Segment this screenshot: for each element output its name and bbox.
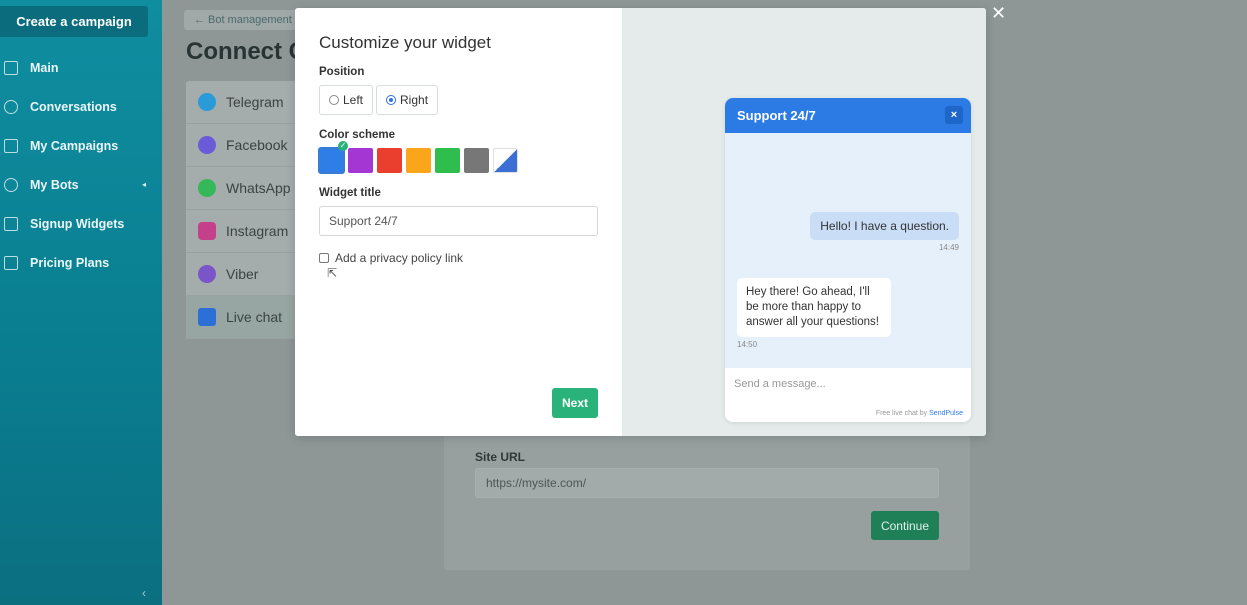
widget-title: Support 24/7 [737, 108, 816, 123]
channel-whatsapp[interactable]: WhatsApp [186, 167, 306, 210]
site-url-input[interactable]: https://mysite.com/ [475, 468, 939, 498]
channel-list: Telegram Facebook WhatsApp Instagram Vib… [186, 81, 306, 339]
outgoing-message: Hello! I have a question. [810, 212, 959, 240]
sidebar-item-label: Main [30, 60, 59, 75]
collapse-sidebar-icon[interactable]: ‹ [142, 586, 146, 600]
position-left-option[interactable]: Left [319, 85, 374, 115]
live-chat-icon [198, 308, 216, 326]
message-input[interactable]: Send a message... Free live chat by Send… [725, 368, 971, 422]
sidebar-item-pricing-plans[interactable]: Pricing Plans [0, 243, 162, 282]
next-button[interactable]: Next [552, 388, 598, 418]
telegram-icon [198, 93, 216, 111]
message-timestamp: 14:50 [737, 340, 758, 349]
position-right-label: Right [400, 93, 429, 107]
customize-widget-modal: Customize your widget Position Left Righ… [295, 8, 986, 436]
checkbox-icon[interactable] [319, 253, 329, 263]
chat-icon [4, 99, 18, 114]
sidebar-item-label: Pricing Plans [30, 255, 110, 270]
widget-header: Support 24/7 × [725, 98, 971, 133]
color-swatch-gray[interactable] [464, 148, 489, 173]
messenger-icon [198, 136, 216, 154]
channel-label: WhatsApp [226, 180, 291, 196]
color-swatches [318, 141, 518, 174]
sidebar-item-signup-widgets[interactable]: Signup Widgets [0, 204, 162, 243]
sidebar-item-label: Signup Widgets [30, 216, 125, 231]
create-campaign-button[interactable]: Create a campaign [0, 6, 148, 37]
mouse-cursor-icon: ⇱ [327, 266, 338, 280]
viber-icon [198, 265, 216, 283]
position-left-label: Left [343, 93, 364, 107]
channel-label: Live chat [226, 309, 283, 325]
message-timestamp: 14:49 [938, 243, 959, 252]
channel-label: Instagram [226, 223, 289, 239]
color-swatch-purple[interactable] [348, 148, 373, 173]
channel-label: Telegram [226, 94, 284, 110]
footer-brand-link[interactable]: SendPulse [929, 410, 963, 417]
close-icon[interactable]: ✕ [991, 3, 1006, 24]
widget-footer: Free live chat by SendPulse [876, 410, 963, 417]
page-title: Connect C [186, 38, 306, 65]
position-label: Position [319, 66, 365, 78]
sidebar-item-conversations[interactable]: Conversations [0, 87, 162, 126]
color-swatch-green[interactable] [435, 148, 460, 173]
sidebar-item-my-bots[interactable]: My Bots ◂ [0, 165, 162, 204]
channel-facebook[interactable]: Facebook [186, 124, 306, 167]
pricing-icon [4, 255, 18, 270]
modal-title: Customize your widget [319, 33, 491, 52]
widget-title-input[interactable]: Support 24/7 [319, 206, 598, 236]
sidebar-item-label: My Bots [30, 177, 79, 192]
sidebar-item-my-campaigns[interactable]: My Campaigns [0, 126, 162, 165]
channel-label: Facebook [226, 137, 288, 153]
sidebar-nav: Main Conversations My Campaigns My Bots … [0, 48, 162, 282]
sidebar: Create a campaign Main Conversations My … [0, 0, 162, 605]
widget-title-label: Widget title [319, 187, 381, 199]
sidebar-item-label: Conversations [30, 99, 117, 114]
widget-icon [4, 216, 18, 231]
site-url-label: Site URL [475, 450, 526, 464]
color-swatch-blue[interactable] [318, 141, 348, 174]
color-swatch-red[interactable] [377, 148, 402, 173]
incoming-message: Hey there! Go ahead, I'll be more than h… [737, 278, 891, 337]
bot-icon [4, 177, 18, 192]
continue-button[interactable]: Continue [871, 511, 939, 540]
position-options: Left Right [319, 85, 439, 115]
chat-widget-preview: Support 24/7 × Hello! I have a question.… [725, 98, 971, 422]
color-scheme-label: Color scheme [319, 129, 396, 141]
channel-label: Viber [226, 266, 259, 282]
color-swatch-orange[interactable] [406, 148, 431, 173]
color-swatch-custom[interactable] [493, 148, 518, 173]
position-right-option[interactable]: Right [376, 85, 439, 115]
channel-live-chat[interactable]: Live chat [186, 296, 306, 339]
channel-viber[interactable]: Viber [186, 253, 306, 296]
widget-close-icon[interactable]: × [945, 106, 963, 124]
privacy-policy-checkbox[interactable]: Add a privacy policy link [319, 251, 463, 265]
settings-pane: Customize your widget Position Left Righ… [295, 8, 622, 436]
site-url-panel: Site URL https://mysite.com/ Continue [444, 436, 970, 570]
sidebar-item-main[interactable]: Main [0, 48, 162, 87]
preview-pane: Support 24/7 × Hello! I have a question.… [622, 8, 986, 436]
caret-left-icon: ◂ [141, 180, 146, 189]
sidebar-item-label: My Campaigns [30, 138, 119, 153]
campaign-icon [4, 138, 18, 153]
radio-selected-icon[interactable] [386, 95, 397, 105]
whatsapp-icon [198, 179, 216, 197]
message-placeholder: Send a message... [734, 378, 826, 390]
breadcrumb[interactable]: ← Bot management [184, 10, 304, 30]
channel-telegram[interactable]: Telegram [186, 81, 306, 124]
footer-text: Free live chat by [875, 410, 930, 417]
privacy-policy-label: Add a privacy policy link [335, 251, 464, 265]
instagram-icon [198, 222, 216, 240]
grid-icon [4, 60, 18, 75]
radio-icon[interactable] [329, 95, 339, 105]
channel-instagram[interactable]: Instagram [186, 210, 306, 253]
